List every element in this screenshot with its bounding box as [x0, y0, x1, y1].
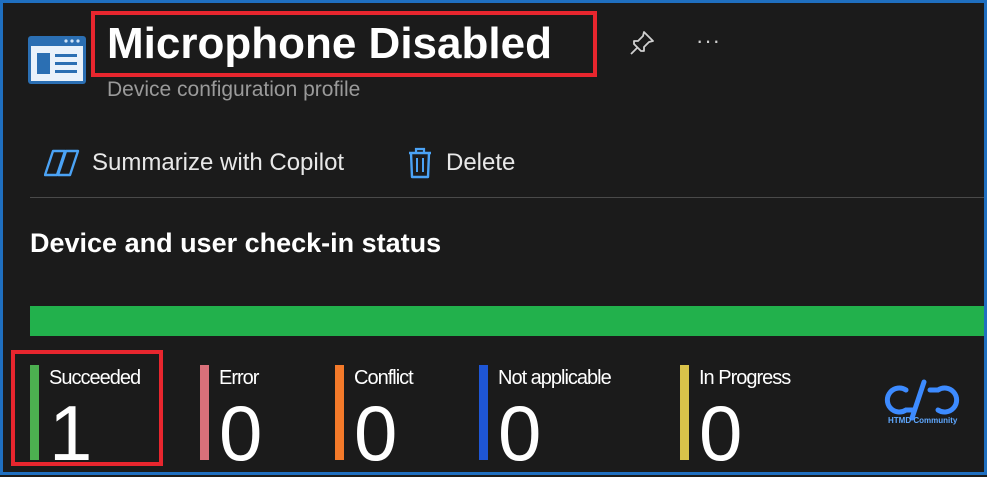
summarize-with-copilot-button[interactable]: Summarize with Copilot — [44, 146, 344, 180]
copilot-label: Summarize with Copilot — [92, 149, 345, 176]
stat-label: Conflict — [354, 367, 414, 389]
delete-button[interactable]: Delete — [406, 146, 515, 180]
pin-icon[interactable] — [628, 29, 656, 57]
stat-value: 0 — [219, 389, 263, 477]
page-subtitle: Device configuration profile — [107, 78, 361, 101]
stat-value: 0 — [354, 389, 398, 477]
delete-label: Delete — [446, 149, 516, 176]
not-applicable-color-bar — [479, 365, 488, 460]
conflict-color-bar — [335, 365, 344, 460]
copilot-icon — [44, 149, 80, 177]
configuration-profile-icon — [28, 36, 86, 84]
title-highlight-box — [91, 11, 597, 77]
in-progress-color-bar — [680, 365, 689, 460]
progress-fill-succeeded — [30, 306, 984, 336]
stat-value: 0 — [498, 389, 542, 477]
more-options-button[interactable]: ··· — [696, 28, 721, 54]
stat-label: Not applicable — [498, 367, 612, 389]
check-in-progress-bar — [30, 306, 984, 336]
error-color-bar — [200, 365, 209, 460]
trash-icon — [409, 147, 431, 179]
watermark-text: HTMD Community — [888, 416, 958, 425]
section-title: Device and user check-in status — [30, 228, 442, 258]
succeeded-highlight-box — [11, 350, 163, 466]
stat-label: In Progress — [699, 367, 791, 389]
stat-value: 0 — [699, 389, 743, 477]
stat-label: Error — [219, 367, 259, 389]
toolbar-divider — [30, 197, 984, 198]
